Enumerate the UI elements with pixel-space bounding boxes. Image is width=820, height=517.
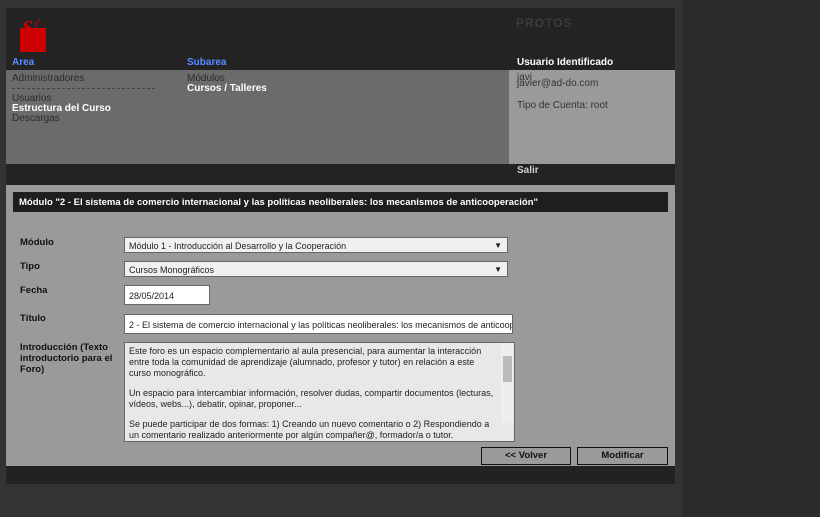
user-header: Usuario Identificado [517,57,613,68]
intro-paragraph: Este foro es un espacio complementario a… [129,346,498,379]
area-item-administradores[interactable]: Administradores [12,73,84,84]
account-type-value: root [591,100,608,111]
textarea-scrollbar[interactable] [501,343,514,423]
app-window: Sr' PROTOS Area Subarea Usuario Identifi… [6,8,675,484]
modulo-label: Módulo [20,237,115,248]
divider [12,88,155,89]
logo: Sr' [18,14,52,54]
user-panel: javi javier@ad-do.com Tipo de Cuenta: ro… [509,70,675,164]
subarea-header: Subarea [187,57,226,68]
form-title: Módulo "2 - El sistema de comercio inter… [13,192,668,212]
form-area: Módulo "2 - El sistema de comercio inter… [6,185,675,466]
area-header: Area [12,57,34,68]
tipo-select[interactable]: Cursos Monográficos ▼ [124,261,508,277]
titulo-label: Título [20,313,115,324]
area-menu: Administradores Usuarios Estructura del … [6,70,509,164]
modulo-select[interactable]: Módulo 1 - Introducción al Desarrollo y … [124,237,508,253]
fecha-input[interactable]: 28/05/2014 [124,285,210,305]
modulo-value: Módulo 1 - Introducción al Desarrollo y … [129,241,346,251]
brand-title: PROTOS [516,16,572,30]
subarea-item-cursos[interactable]: Cursos / Talleres [187,83,267,94]
back-button[interactable]: << Volver [481,447,571,465]
account-type-label: Tipo de Cuenta: [517,100,588,111]
chevron-down-icon: ▼ [494,241,502,250]
intro-paragraph: Se puede participar de dos formas: 1) Cr… [129,419,498,441]
scrollbar-thumb[interactable] [503,356,512,382]
fecha-label: Fecha [20,285,115,296]
footer [6,466,675,484]
intro-label: Introducción (Texto introductorio para e… [20,342,115,375]
tipo-value: Cursos Monográficos [129,265,214,275]
titulo-input[interactable]: 2 - El sistema de comercio internacional… [124,314,513,334]
tipo-label: Tipo [20,261,115,272]
svg-text:S: S [22,17,33,39]
area-item-descargas[interactable]: Descargas [12,113,60,124]
chevron-down-icon: ▼ [494,265,502,274]
logout-link[interactable]: Salir [517,165,539,176]
svg-text:r': r' [35,18,40,29]
page-side-background [683,0,820,517]
intro-textarea[interactable]: Este foro es un espacio complementario a… [124,342,515,442]
intro-paragraph: Un espacio para intercambiar información… [129,388,498,410]
modify-button[interactable]: Modificar [577,447,668,465]
user-email: javier@ad-do.com [517,78,598,89]
